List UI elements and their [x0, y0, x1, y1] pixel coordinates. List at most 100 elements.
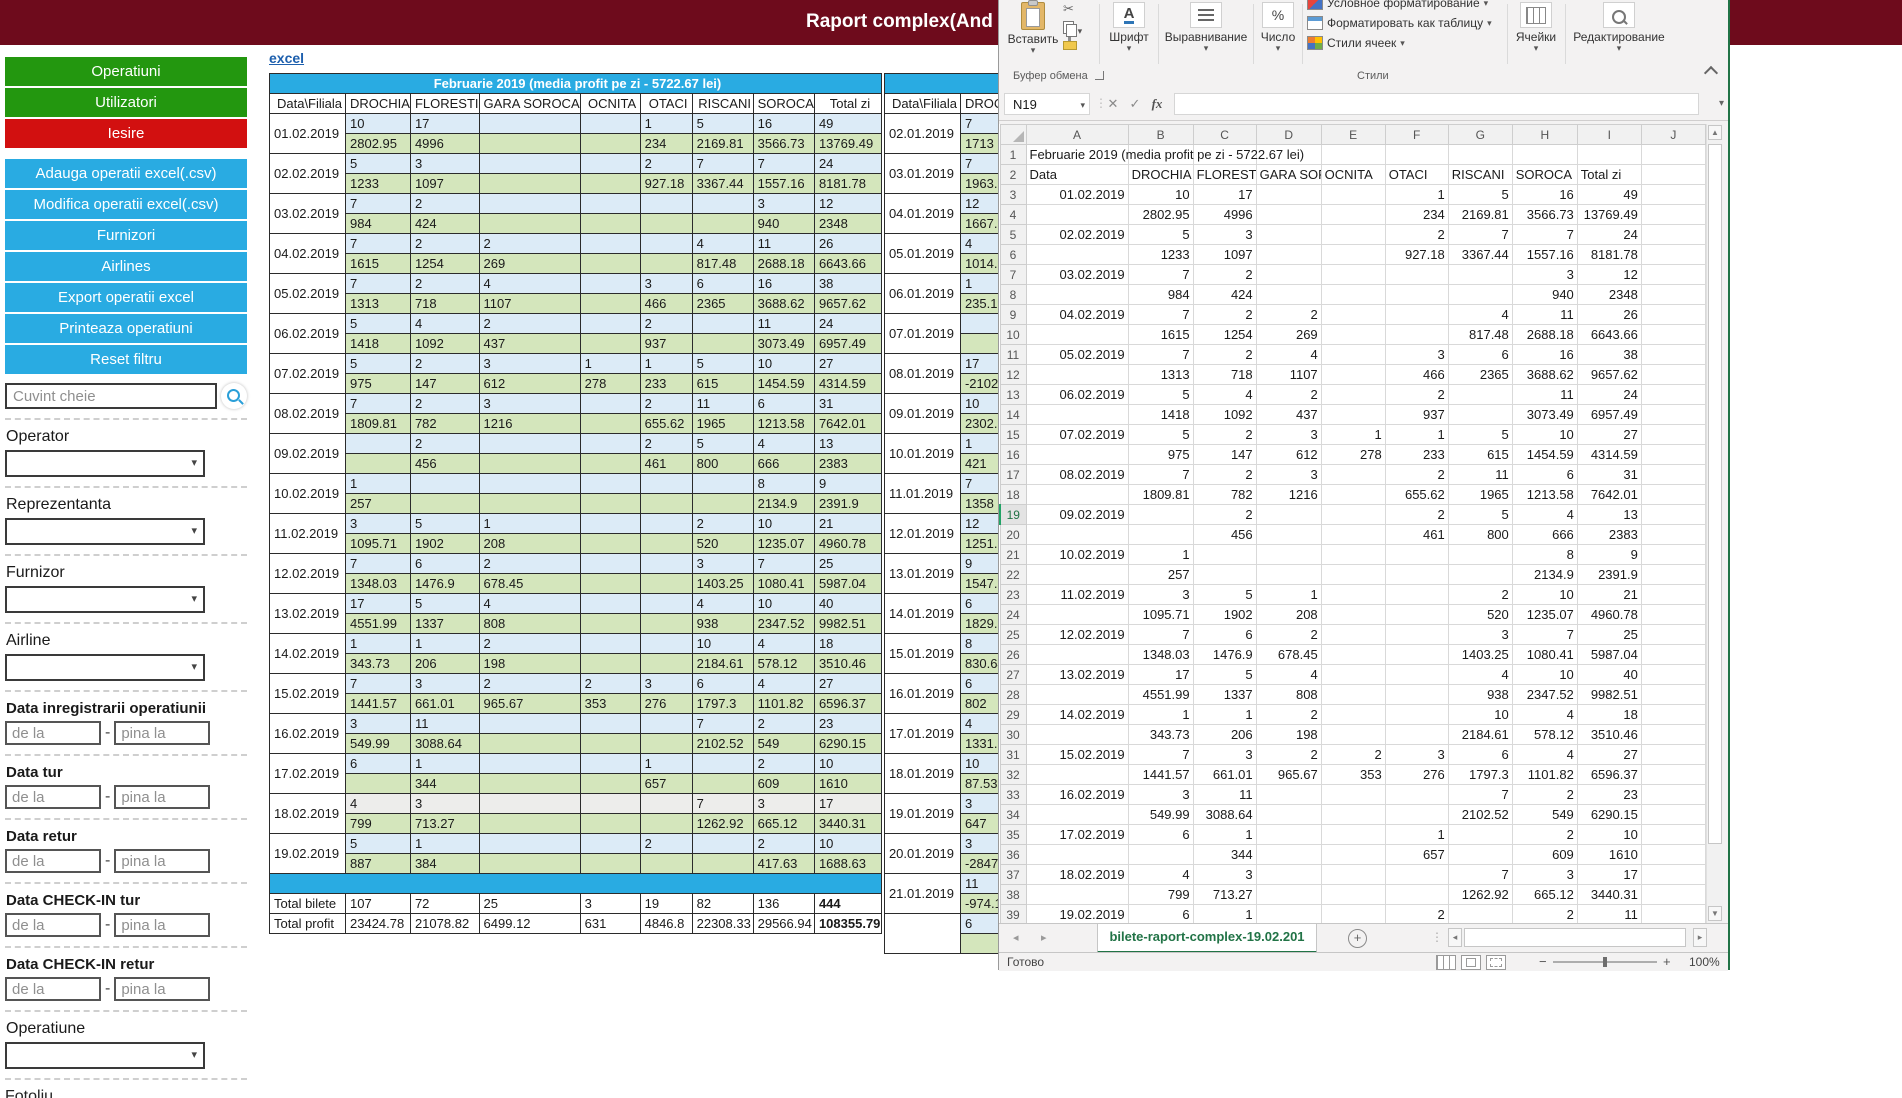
- cell-A14[interactable]: [1026, 405, 1128, 425]
- alignment-icon[interactable]: [1190, 2, 1222, 28]
- cell-I3[interactable]: 49: [1577, 185, 1641, 205]
- cell-F12[interactable]: 466: [1385, 365, 1448, 385]
- cell-H38[interactable]: 665.12: [1512, 885, 1577, 905]
- paste-button[interactable]: Вставить ▾: [1007, 0, 1059, 54]
- cell-J17[interactable]: [1641, 465, 1705, 485]
- cell-I34[interactable]: 6290.15: [1577, 805, 1641, 825]
- cell-E9[interactable]: [1321, 305, 1385, 325]
- cell-B9[interactable]: 7: [1128, 305, 1193, 325]
- cell-E31[interactable]: 2: [1321, 745, 1385, 765]
- cell-J19[interactable]: [1641, 505, 1705, 525]
- cell-D30[interactable]: 198: [1256, 725, 1321, 745]
- vertical-scroll-thumb[interactable]: [1708, 144, 1722, 844]
- cell-C29[interactable]: 1: [1193, 705, 1256, 725]
- cell-C14[interactable]: 1092: [1193, 405, 1256, 425]
- cell-J7[interactable]: [1641, 265, 1705, 285]
- scroll-down-icon[interactable]: ▼: [1708, 906, 1722, 921]
- cell-C35[interactable]: 1: [1193, 825, 1256, 845]
- cell-D34[interactable]: [1256, 805, 1321, 825]
- sidebar-button-operatiuni[interactable]: Operatiuni: [5, 57, 247, 86]
- cell-E19[interactable]: [1321, 505, 1385, 525]
- row-header-22[interactable]: 22: [1000, 565, 1026, 585]
- horizontal-scrollbar[interactable]: ◂: [1448, 928, 1704, 947]
- cell-C6[interactable]: 1097: [1193, 245, 1256, 265]
- cell-J36[interactable]: [1641, 845, 1705, 865]
- cell-J6[interactable]: [1641, 245, 1705, 265]
- cell-A27[interactable]: 13.02.2019: [1026, 665, 1128, 685]
- row-header-25[interactable]: 25: [1000, 625, 1026, 645]
- sidebar-button-printeaza-operatiuni[interactable]: Printeaza operatiuni: [5, 314, 247, 343]
- cell-I9[interactable]: 26: [1577, 305, 1641, 325]
- column-header-b[interactable]: B: [1128, 125, 1193, 145]
- cell-styles-button[interactable]: Стили ячеек ▾: [1307, 36, 1405, 50]
- zoom-in-icon[interactable]: +: [1663, 954, 1671, 969]
- row-header-35[interactable]: 35: [1000, 825, 1026, 845]
- cell-A26[interactable]: [1026, 645, 1128, 665]
- cell-C12[interactable]: 718: [1193, 365, 1256, 385]
- conditional-formatting-button[interactable]: Условное форматирование ▾: [1307, 0, 1488, 10]
- cell-I24[interactable]: 4960.78: [1577, 605, 1641, 625]
- cell-E18[interactable]: [1321, 485, 1385, 505]
- cell-J29[interactable]: [1641, 705, 1705, 725]
- cell-F19[interactable]: 2: [1385, 505, 1448, 525]
- cell-A37[interactable]: 18.02.2019: [1026, 865, 1128, 885]
- cell-A23[interactable]: 11.02.2019: [1026, 585, 1128, 605]
- cell-E23[interactable]: [1321, 585, 1385, 605]
- search-button[interactable]: [221, 383, 247, 409]
- cell-J16[interactable]: [1641, 445, 1705, 465]
- cell-H12[interactable]: 3688.62: [1512, 365, 1577, 385]
- cell-J26[interactable]: [1641, 645, 1705, 665]
- cell-C16[interactable]: 147: [1193, 445, 1256, 465]
- cell-F2[interactable]: OTACI: [1385, 165, 1448, 185]
- cell-A28[interactable]: [1026, 685, 1128, 705]
- cell-F21[interactable]: [1385, 545, 1448, 565]
- cell-F6[interactable]: 927.18: [1385, 245, 1448, 265]
- row-header-18[interactable]: 18: [1000, 485, 1026, 505]
- row-header-28[interactable]: 28: [1000, 685, 1026, 705]
- cell-E35[interactable]: [1321, 825, 1385, 845]
- cell-D5[interactable]: [1256, 225, 1321, 245]
- cell-F15[interactable]: 1: [1385, 425, 1448, 445]
- cell-D23[interactable]: 1: [1256, 585, 1321, 605]
- cell-J39[interactable]: [1641, 905, 1705, 924]
- cell-E15[interactable]: 1: [1321, 425, 1385, 445]
- formula-input[interactable]: [1174, 93, 1699, 115]
- reprezentanta-select[interactable]: ▾: [5, 518, 205, 545]
- cell-I17[interactable]: 31: [1577, 465, 1641, 485]
- cell-A29[interactable]: 14.02.2019: [1026, 705, 1128, 725]
- cell-C15[interactable]: 2: [1193, 425, 1256, 445]
- cell-E29[interactable]: [1321, 705, 1385, 725]
- row-header-15[interactable]: 15: [1000, 425, 1026, 445]
- cell-E27[interactable]: [1321, 665, 1385, 685]
- cell-F34[interactable]: [1385, 805, 1448, 825]
- cell-H7[interactable]: 3: [1512, 265, 1577, 285]
- cell-I15[interactable]: 27: [1577, 425, 1641, 445]
- cell-J10[interactable]: [1641, 325, 1705, 345]
- cell-D38[interactable]: [1256, 885, 1321, 905]
- row-header-13[interactable]: 13: [1000, 385, 1026, 405]
- cell-D29[interactable]: 2: [1256, 705, 1321, 725]
- font-dropdown-arrow[interactable]: ▾: [1103, 44, 1155, 52]
- cell-D21[interactable]: [1256, 545, 1321, 565]
- cell-J20[interactable]: [1641, 525, 1705, 545]
- cell-G36[interactable]: [1448, 845, 1512, 865]
- cell-G22[interactable]: [1448, 565, 1512, 585]
- cell-B17[interactable]: 7: [1128, 465, 1193, 485]
- cell-D19[interactable]: [1256, 505, 1321, 525]
- cell-H3[interactable]: 16: [1512, 185, 1577, 205]
- row-header-1[interactable]: 1: [1000, 145, 1026, 165]
- cell-F27[interactable]: [1385, 665, 1448, 685]
- cell-J11[interactable]: [1641, 345, 1705, 365]
- cell-G9[interactable]: 4: [1448, 305, 1512, 325]
- format-as-table-button[interactable]: Форматировать как таблицу ▾: [1307, 16, 1492, 30]
- cell-E10[interactable]: [1321, 325, 1385, 345]
- cell-D10[interactable]: 269: [1256, 325, 1321, 345]
- data-retur-from-input[interactable]: [5, 849, 101, 873]
- cell-A20[interactable]: [1026, 525, 1128, 545]
- cell-J4[interactable]: [1641, 205, 1705, 225]
- cell-E13[interactable]: [1321, 385, 1385, 405]
- cell-G19[interactable]: 5: [1448, 505, 1512, 525]
- page-layout-view-icon[interactable]: [1461, 955, 1481, 970]
- cell-J1[interactable]: [1641, 145, 1705, 165]
- cell-E20[interactable]: [1321, 525, 1385, 545]
